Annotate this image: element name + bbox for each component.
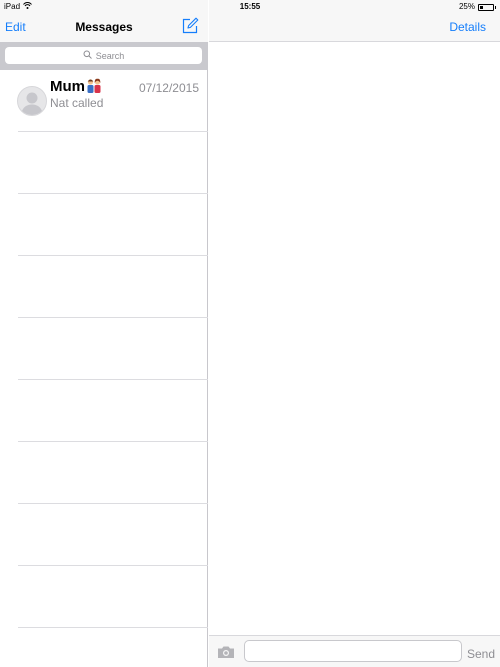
battery-percent: 25% [458,2,475,11]
contact-name: Mum [50,78,102,97]
list-item[interactable]: Mum 07/12/2015 Nat called [0,70,208,132]
message-compose-bar: Send [209,635,500,667]
send-button[interactable]: Send [467,647,495,661]
row-divider [18,131,208,132]
avatar [17,86,47,116]
row-divider [18,379,208,380]
message-input[interactable] [244,640,462,662]
search-icon [83,50,92,61]
row-divider [18,255,208,256]
row-divider [18,193,208,194]
status-time: 15:55 [239,2,261,11]
message-preview: Nat called [50,96,104,110]
camera-icon[interactable] [217,645,235,659]
row-divider [18,441,208,442]
message-date: 07/12/2015 [138,81,199,95]
status-bar: iPad 15:55 25% [0,0,500,14]
family-emoji-icon [86,78,102,97]
conversation-list-pane: Edit Messages Search Mum 07/12/2015 Nat … [0,0,208,667]
search-placeholder: Search [95,50,125,61]
row-divider [18,627,208,628]
search-bar: Search [0,42,208,70]
details-button[interactable]: Details [449,20,486,34]
row-divider [18,317,208,318]
conversation-view [209,42,500,635]
battery-icon [478,3,496,11]
contact-name-label: Mum [50,78,85,95]
status-right: 25% [458,0,496,14]
compose-icon[interactable] [181,17,199,35]
row-divider [18,503,208,504]
page-title: Messages [75,20,133,34]
search-input[interactable]: Search [5,47,202,64]
row-divider [18,565,208,566]
